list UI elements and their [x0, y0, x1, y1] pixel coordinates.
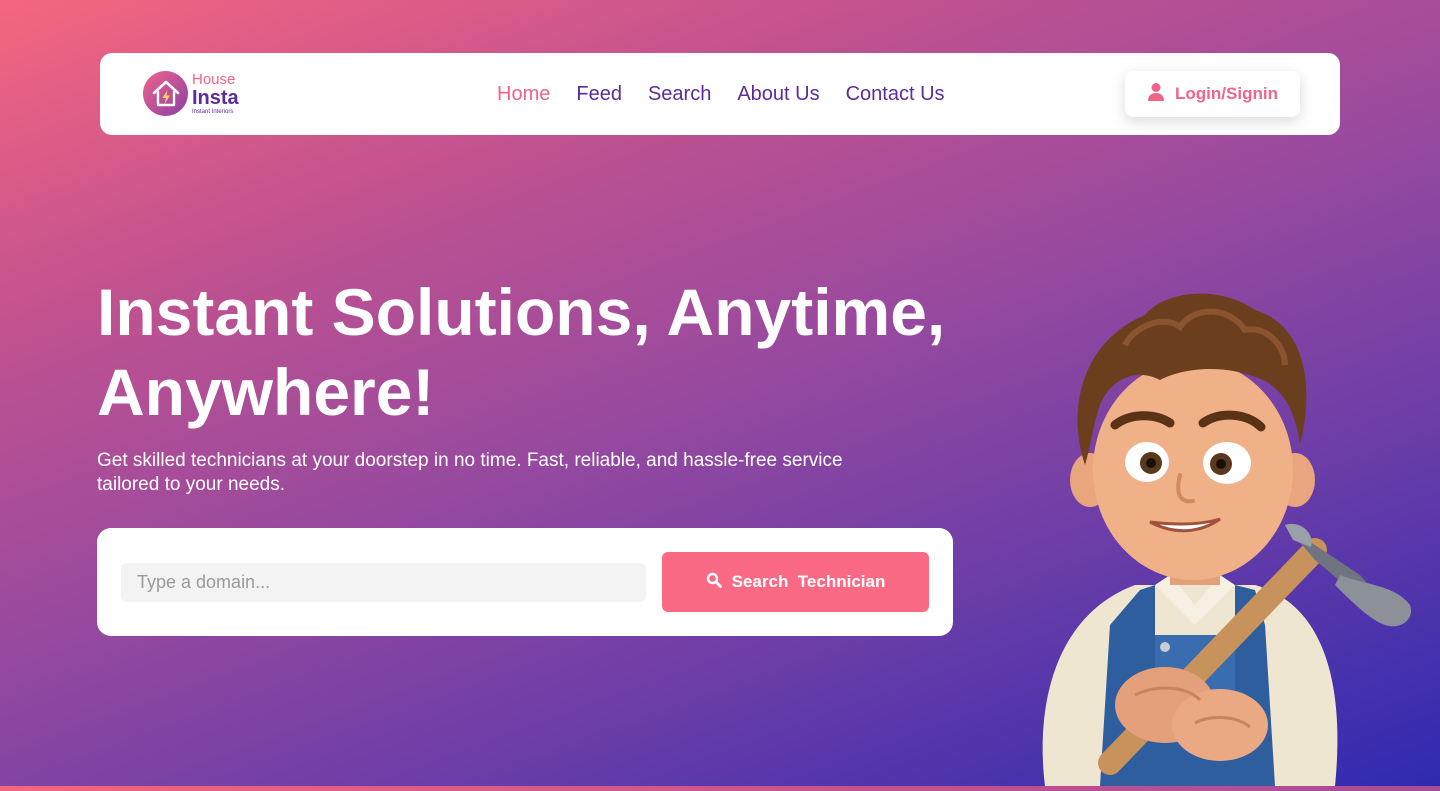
house-lightning-icon	[143, 71, 188, 116]
nav-link-contact-us[interactable]: Contact Us	[846, 83, 945, 106]
hero-title-line1: Instant Solutions, Anytime,	[97, 275, 946, 349]
nav-link-feed[interactable]: Feed	[576, 83, 622, 106]
nav-link-home[interactable]: Home	[497, 83, 550, 106]
search-technician-button[interactable]: Search Technician	[662, 552, 929, 612]
brand-name-main: Insta	[192, 87, 239, 109]
main-nav: Home Feed Search About Us Contact Us	[497, 53, 945, 135]
navbar: House Insta Instant Interiors Home Feed …	[100, 53, 1340, 135]
brand-tagline: Instant Interiors	[192, 109, 234, 115]
brand-name-top: House	[192, 71, 236, 88]
search-icon	[706, 572, 722, 593]
login-signin-button[interactable]: Login/Signin	[1125, 71, 1300, 117]
search-card: Search Technician	[97, 528, 953, 636]
technician-illustration	[1015, 285, 1440, 786]
search-technician-label: Search Technician	[731, 572, 886, 591]
hero-title: Instant Solutions, Anytime, Anywhere!	[97, 272, 997, 432]
login-signin-label: Login/Signin	[1175, 84, 1278, 103]
user-icon	[1147, 82, 1165, 107]
nav-link-search[interactable]: Search	[648, 83, 711, 106]
brand-logo[interactable]: House Insta Instant Interiors	[143, 71, 253, 119]
hero-subtitle: Get skilled technicians at your doorstep…	[97, 450, 843, 495]
domain-search-input[interactable]	[121, 563, 646, 602]
nav-link-about-us[interactable]: About Us	[737, 83, 819, 106]
hero-title-line2: Anywhere!	[97, 355, 435, 429]
